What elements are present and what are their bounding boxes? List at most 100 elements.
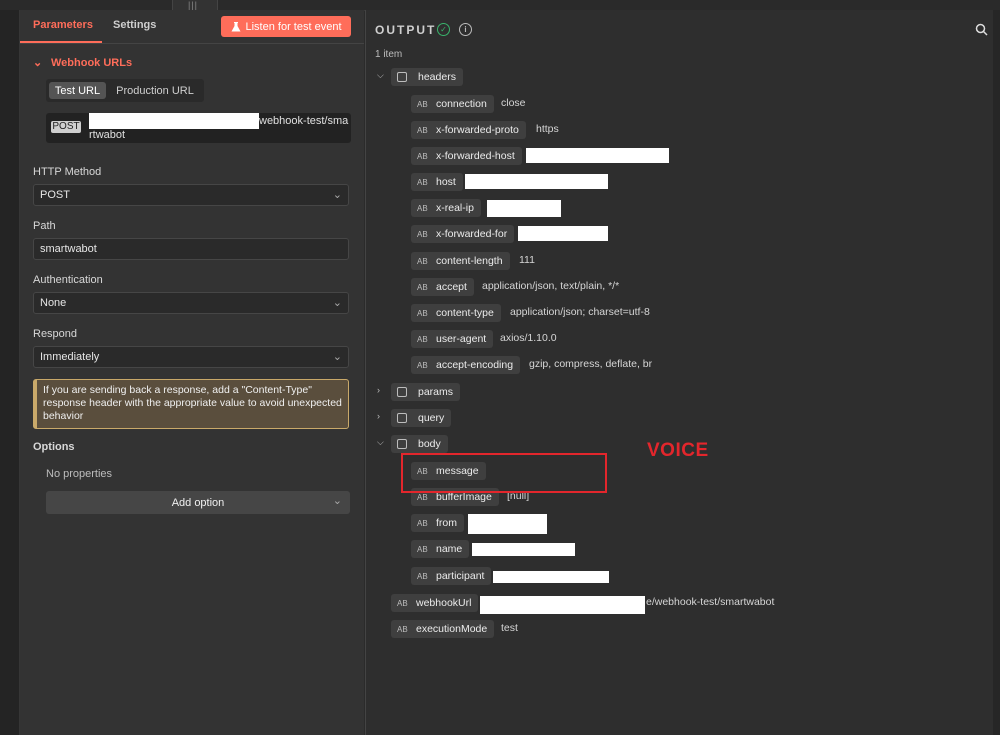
field-value: application/json; charset=utf-8: [510, 306, 650, 318]
string-type-icon: AB: [417, 151, 428, 161]
chevron-down-icon: ⌵: [377, 437, 384, 447]
tab-parameters[interactable]: Parameters: [20, 19, 102, 43]
annotation-highlight-box: [401, 453, 607, 493]
key-pill: AB x-forwarded-for: [411, 225, 515, 243]
production-url-button[interactable]: Production URL: [109, 82, 201, 99]
key-label: params: [418, 386, 454, 398]
tab-settings[interactable]: Settings: [113, 19, 156, 31]
url-text-line-1: webhook-test/sma: [259, 115, 349, 127]
authentication-select[interactable]: None ⌄: [33, 292, 349, 314]
cube-icon: [397, 413, 407, 423]
key-pill: params: [391, 383, 461, 401]
field-value: close: [501, 97, 526, 109]
url-type-toggle: Test URL Production URL: [46, 79, 204, 102]
key-pill: body: [391, 435, 448, 453]
no-properties-text: No properties: [46, 468, 113, 480]
string-type-icon: AB: [397, 624, 408, 634]
webhook-urls-toggle[interactable]: ⌄ Webhook URLs: [33, 56, 132, 69]
string-type-icon: AB: [417, 571, 428, 581]
content-type-notice: If you are sending back a response, add …: [33, 379, 349, 429]
key-pill: query: [391, 409, 452, 427]
key-pill: headers: [391, 68, 463, 86]
webhook-url-display[interactable]: POST webhook-test/sma rtwabot: [46, 113, 351, 143]
panel-drag-handle[interactable]: |||: [172, 0, 218, 10]
output-title: OUTPUT: [375, 23, 437, 37]
http-method-value: POST: [40, 189, 70, 201]
output-panel: OUTPUT ✓ i 1 item ⌵ headers AB connection…: [365, 10, 994, 735]
key-pill: AB from: [411, 514, 464, 532]
right-gutter: [993, 10, 1000, 735]
chevron-right-icon: ›: [377, 385, 380, 395]
key-pill: AB participant: [411, 567, 492, 585]
key-label: host: [436, 176, 456, 188]
http-method-label: HTTP Method: [33, 166, 102, 178]
redacted-block: [526, 148, 669, 163]
redacted-block: [468, 514, 547, 534]
flask-icon: [231, 21, 240, 31]
authentication-value: None: [40, 297, 67, 309]
string-type-icon: AB: [417, 177, 428, 187]
key-pill: AB user-agent: [411, 330, 494, 348]
key-label: headers: [418, 71, 456, 83]
key-label: x-real-ip: [436, 202, 474, 214]
options-label: Options: [33, 441, 75, 453]
chevron-down-icon: ⌵: [377, 70, 384, 80]
key-pill: AB executionMode: [391, 620, 495, 638]
redacted-block: [518, 226, 608, 241]
http-method-select[interactable]: POST ⌄: [33, 184, 349, 206]
respond-value: Immediately: [40, 351, 100, 363]
key-label: from: [436, 517, 457, 529]
string-type-icon: AB: [417, 203, 428, 213]
chevron-right-icon: ›: [377, 411, 380, 421]
key-label: webhookUrl: [416, 597, 472, 609]
redacted-block: [487, 200, 561, 217]
key-label: executionMode: [416, 623, 488, 635]
string-type-icon: AB: [417, 334, 428, 344]
key-pill: AB name: [411, 540, 470, 558]
string-type-icon: AB: [417, 360, 428, 370]
key-label: x-forwarded-proto: [436, 124, 519, 136]
key-label: user-agent: [436, 333, 487, 345]
key-label: accept-encoding: [436, 359, 514, 371]
key-pill: AB connection: [411, 95, 494, 113]
field-value: e/webhook-test/smartwabot: [646, 596, 775, 608]
cube-icon: [397, 439, 407, 449]
key-label: accept: [436, 281, 467, 293]
key-pill: AB x-forwarded-host: [411, 147, 522, 165]
listen-for-test-event-button[interactable]: Listen for test event: [221, 16, 351, 37]
add-option-label: Add option: [171, 496, 225, 509]
string-type-icon: AB: [417, 518, 428, 528]
method-badge: POST: [51, 121, 81, 133]
field-value: https: [536, 123, 559, 135]
field-value: gzip, compress, deflate, br: [529, 358, 653, 370]
key-pill: AB content-length: [411, 252, 510, 270]
webhook-urls-title: Webhook URLs: [51, 57, 133, 69]
authentication-label: Authentication: [33, 274, 103, 286]
respond-label: Respond: [33, 328, 78, 340]
field-value: axios/1.10.0: [500, 332, 557, 344]
test-url-button[interactable]: Test URL: [49, 82, 106, 99]
info-icon[interactable]: i: [459, 23, 472, 36]
drag-grip-icon: |||: [188, 0, 199, 10]
respond-select[interactable]: Immediately ⌄: [33, 346, 349, 368]
chevron-down-icon: ⌄: [33, 57, 43, 69]
key-pill: AB accept: [411, 278, 474, 296]
chevron-down-icon: ⌄: [332, 297, 342, 309]
path-input[interactable]: smartwabot: [33, 238, 349, 260]
key-label: participant: [436, 570, 485, 582]
add-option-button[interactable]: Add option ⌄: [46, 491, 350, 514]
search-icon[interactable]: [975, 23, 988, 36]
annotation-label: VOICE: [647, 440, 709, 461]
url-text-line-2: rtwabot: [89, 129, 126, 141]
path-value: smartwabot: [40, 243, 97, 255]
chevron-down-icon: ⌄: [332, 189, 342, 201]
key-label: x-forwarded-host: [436, 150, 515, 162]
parameters-panel: Parameters Settings Listen for test even…: [20, 10, 364, 735]
field-value: application/json, text/plain, */*: [482, 280, 620, 292]
cube-icon: [397, 72, 407, 82]
string-type-icon: AB: [417, 308, 428, 318]
string-type-icon: AB: [417, 99, 428, 109]
string-type-icon: AB: [417, 492, 428, 502]
key-label: x-forwarded-for: [436, 228, 508, 240]
field-value: 111: [519, 254, 535, 266]
